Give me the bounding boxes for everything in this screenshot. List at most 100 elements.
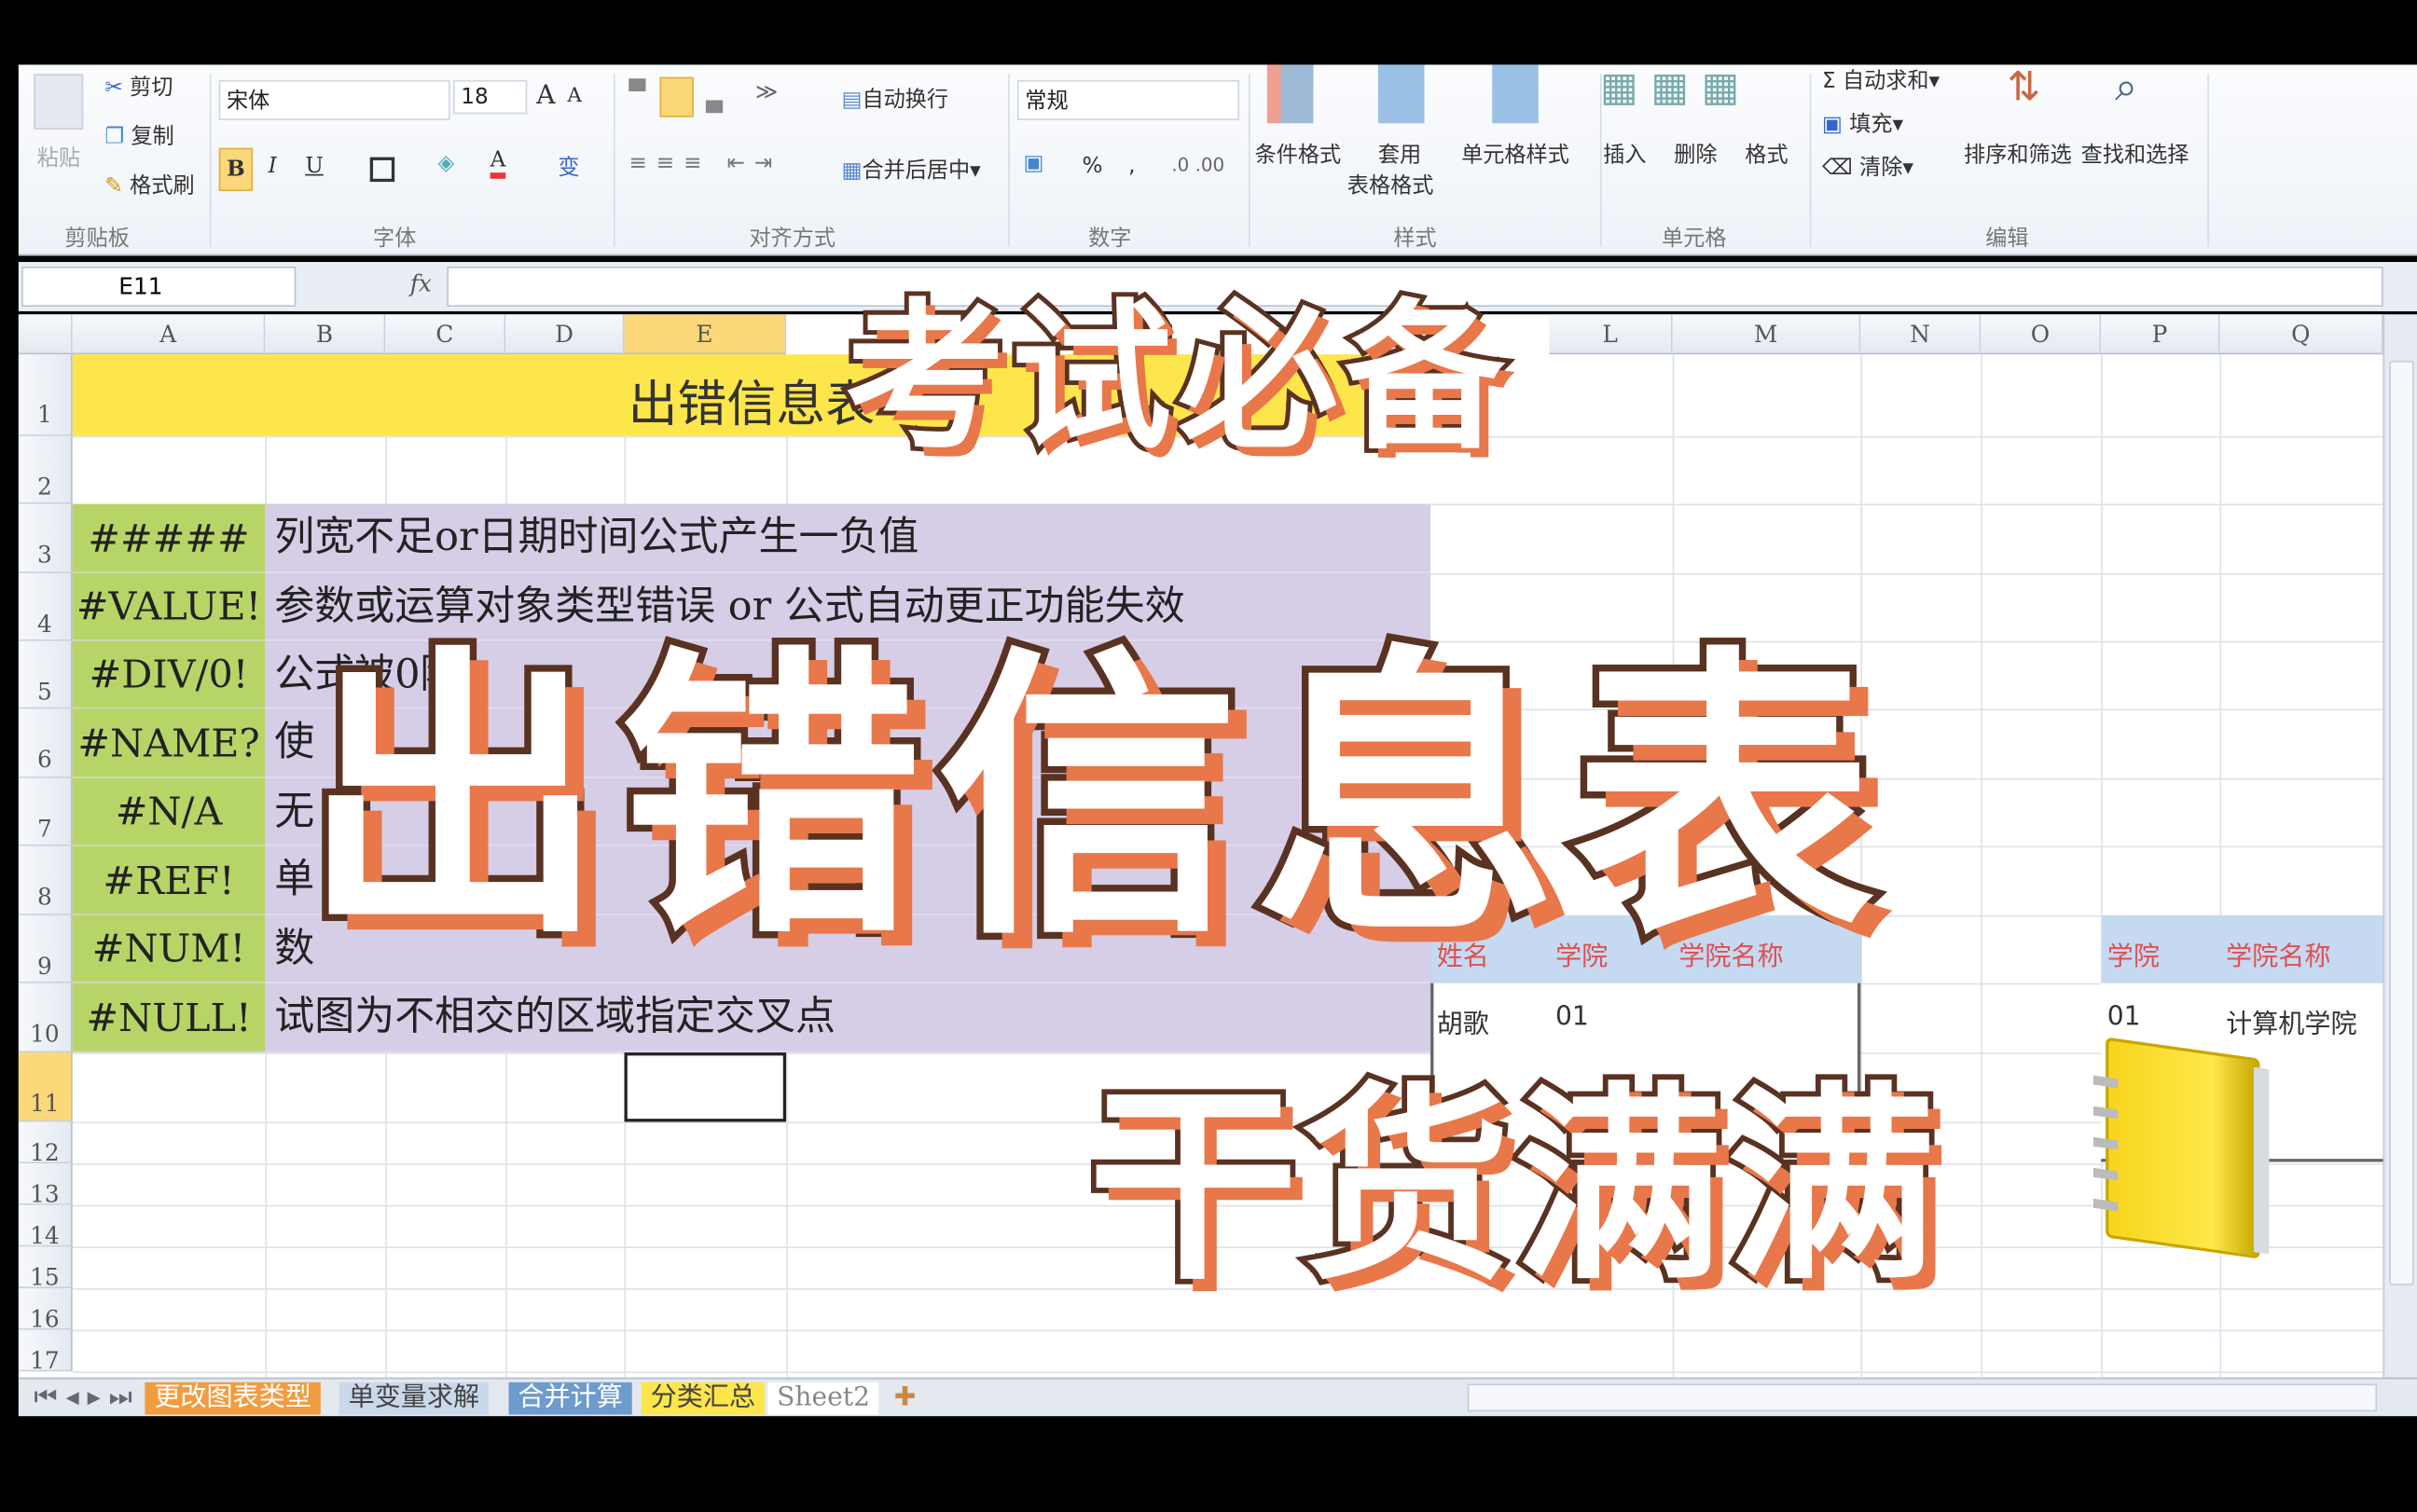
error-code-cell[interactable]: ##### <box>73 504 266 573</box>
insert-button[interactable]: 插入 <box>1603 139 1646 170</box>
find-select-button[interactable]: 查找和选择 <box>2081 139 2189 170</box>
align-middle-icon[interactable] <box>660 77 694 117</box>
orientation-icon[interactable]: ≫ <box>755 80 778 104</box>
group-editing: 编辑 <box>1985 222 2028 253</box>
column-header[interactable]: L <box>1549 314 1672 354</box>
autosum-button[interactable]: Σ 自动求和▾ <box>1822 64 1940 95</box>
format-button[interactable]: 格式 <box>1745 139 1788 170</box>
font-name-select[interactable]: 宋体 <box>219 80 450 120</box>
font-color-icon[interactable]: A <box>490 148 506 179</box>
align-bottom-icon[interactable]: ▄ <box>706 89 723 114</box>
clear-button[interactable]: ⌫ 清除▾ <box>1822 151 1913 182</box>
align-top-icon[interactable]: ▀ <box>628 80 645 104</box>
error-code-cell[interactable]: #VALUE! <box>73 573 266 641</box>
new-sheet-icon[interactable]: ✚ <box>885 1382 925 1415</box>
border-icon[interactable] <box>370 158 394 182</box>
horizontal-scrollbar[interactable] <box>1468 1383 2377 1411</box>
row-header[interactable]: 3 <box>19 504 73 573</box>
column-header[interactable]: N <box>1860 314 1981 354</box>
row-header[interactable]: 10 <box>19 983 73 1052</box>
column-header[interactable]: P <box>2101 314 2219 354</box>
row-header[interactable]: 17 <box>19 1330 73 1372</box>
error-code-cell[interactable]: #NULL! <box>73 983 266 1052</box>
table2-cell[interactable]: 计算机学院 <box>2226 1002 2357 1040</box>
table-format-icon <box>1378 64 1425 123</box>
merge-center-button[interactable]: ▦合并后居中▾ <box>842 154 981 185</box>
select-all-corner[interactable] <box>19 314 73 354</box>
tab-nav-arrows[interactable]: ⏮ ◂ ▸ ⏭ <box>24 1382 141 1415</box>
error-code-cell[interactable]: #NUM! <box>73 915 266 983</box>
column-header[interactable]: D <box>505 314 624 354</box>
format-painter-button[interactable]: ✎ 格式刷 <box>104 170 194 200</box>
sheet-tab[interactable]: 更改图表类型 <box>145 1382 320 1415</box>
selected-cell-e11[interactable] <box>625 1052 787 1121</box>
bold-button[interactable]: B <box>219 148 253 191</box>
font-size-select[interactable]: 18 <box>453 80 527 114</box>
error-code-cell[interactable]: #REF! <box>73 846 266 915</box>
column-header[interactable]: Q <box>2219 314 2382 354</box>
cell-styles-button[interactable]: 单元格样式 <box>1461 139 1569 170</box>
row-header[interactable]: 5 <box>19 641 73 709</box>
row-header[interactable]: 16 <box>19 1288 73 1330</box>
scroll-thumb[interactable] <box>2389 361 2413 1285</box>
table2-header-cell[interactable]: 学院 <box>2107 934 2160 972</box>
copy-button[interactable]: ❐ 复制 <box>104 120 173 151</box>
column-header[interactable]: O <box>1981 314 2101 354</box>
cut-button[interactable]: ✂ 剪切 <box>104 71 173 102</box>
paste-icon[interactable] <box>34 74 83 130</box>
error-code-cell[interactable]: #N/A <box>73 778 266 846</box>
column-header[interactable]: M <box>1673 314 1861 354</box>
vertical-scrollbar[interactable] <box>2383 314 2417 1378</box>
row-header[interactable]: 2 <box>19 436 73 504</box>
column-header[interactable]: C <box>385 314 505 354</box>
paste-button[interactable]: 粘贴 <box>37 142 80 172</box>
row-header[interactable]: 13 <box>19 1163 73 1205</box>
phonetic-button[interactable]: 变 <box>558 151 579 182</box>
row-header[interactable]: 8 <box>19 846 73 915</box>
sheet-tab-bar: ⏮ ◂ ▸ ⏭ 更改图表类型 单变量求解 合并计算 分类汇总 Sheet2 ✚ <box>19 1378 2417 1416</box>
fill-color-icon[interactable]: ◈ <box>437 151 454 175</box>
error-code-cell[interactable]: #DIV/0! <box>73 641 266 709</box>
row-header[interactable]: 14 <box>19 1205 73 1247</box>
column-header[interactable]: A <box>73 314 266 354</box>
conditional-format-button[interactable]: 条件格式 <box>1255 139 1342 170</box>
percent-button[interactable]: % <box>1082 154 1102 178</box>
error-code-cell[interactable]: #NAME? <box>73 708 266 777</box>
overlay-line3: 干货满满 <box>1088 1017 1940 1321</box>
fill-icon: ▣ <box>1822 113 1843 137</box>
number-format-select[interactable]: 常规 <box>1017 80 1239 120</box>
row-header[interactable]: 7 <box>19 778 73 846</box>
align-horizontal-icons[interactable]: ≡≡≡ ⇤⇥ <box>628 151 781 175</box>
row-header[interactable]: 12 <box>19 1121 73 1163</box>
row-header[interactable]: 11 <box>19 1052 73 1121</box>
row-header[interactable]: 9 <box>19 915 73 983</box>
column-header[interactable]: B <box>265 314 385 354</box>
sheet-tab-active[interactable]: Sheet2 <box>767 1382 879 1415</box>
sort-filter-button[interactable]: 排序和筛选 <box>1964 139 2072 170</box>
sheet-tab[interactable]: 单变量求解 <box>339 1382 489 1415</box>
fx-button[interactable]: fx <box>410 269 432 297</box>
table2-header-cell[interactable]: 学院名称 <box>2226 934 2330 972</box>
shrink-font-button[interactable]: A <box>567 85 582 108</box>
delete-button[interactable]: 删除 <box>1674 139 1717 170</box>
row-header[interactable]: 4 <box>19 573 73 641</box>
column-header[interactable]: E <box>625 314 787 354</box>
sheet-tab[interactable]: 合并计算 <box>509 1382 632 1415</box>
table-format-button[interactable]: 套用表格格式 <box>1378 139 1434 200</box>
cell-styles-icon <box>1492 64 1539 123</box>
fill-button[interactable]: ▣ 填充▾ <box>1822 108 1903 139</box>
name-box[interactable]: E11 <box>21 267 296 307</box>
grow-font-button[interactable]: A <box>536 80 555 111</box>
sheet-tab[interactable]: 分类汇总 <box>642 1382 765 1415</box>
underline-button[interactable]: U <box>305 154 324 178</box>
table2-cell[interactable]: 01 <box>2107 1002 2141 1033</box>
grid-line <box>73 1330 2383 1332</box>
wrap-text-button[interactable]: ▤自动换行 <box>842 83 948 114</box>
italic-button[interactable]: I <box>269 154 277 178</box>
row-header[interactable]: 15 <box>19 1246 73 1288</box>
decimal-icons[interactable]: .0 .00 <box>1171 154 1224 175</box>
comma-button[interactable]: , <box>1128 154 1135 178</box>
row-header[interactable]: 6 <box>19 708 73 777</box>
currency-icon[interactable]: ▣ <box>1024 151 1044 175</box>
row-header[interactable]: 1 <box>19 354 73 436</box>
